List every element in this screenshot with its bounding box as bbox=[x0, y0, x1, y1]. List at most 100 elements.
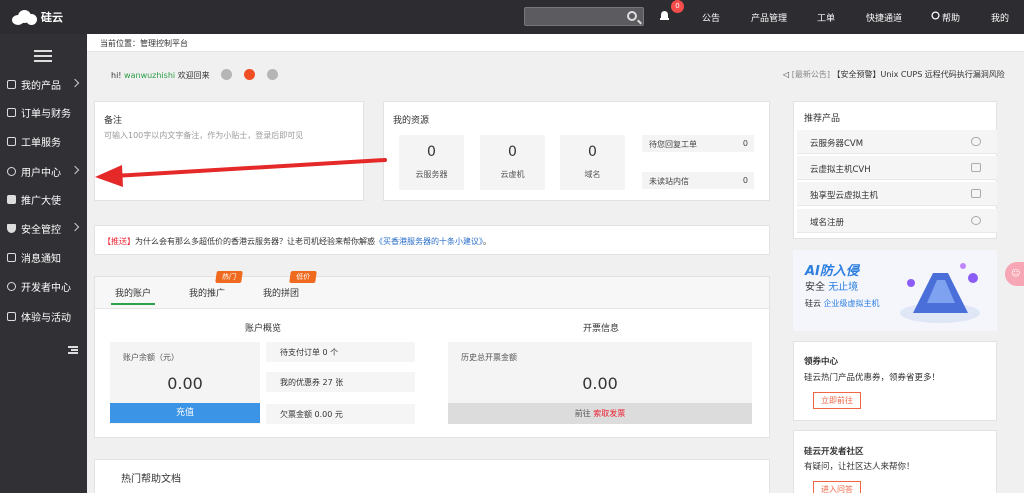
help-icon[interactable] bbox=[931, 11, 940, 23]
nav-products[interactable]: 产品管理 bbox=[751, 11, 787, 24]
bell-icon[interactable] bbox=[660, 11, 669, 21]
resource-label: 云服务器 bbox=[415, 170, 448, 179]
banner-slogan: 安全 无止境 bbox=[805, 278, 858, 293]
promo-tag: 【推送】 bbox=[103, 237, 135, 246]
nav-shortcuts[interactable]: 快捷通道 bbox=[866, 11, 902, 24]
request-invoice-link[interactable]: 索取发票 bbox=[593, 409, 625, 418]
unread-messages-row[interactable]: 未读站内信 0 bbox=[642, 172, 754, 189]
sidebar-item-products[interactable]: 我的产品 bbox=[0, 70, 87, 99]
sidebar-item-developer[interactable]: 开发者中心 bbox=[0, 272, 87, 301]
breadcrumb: 当前位置：管理控制平台 bbox=[87, 34, 1024, 52]
coupons-stat[interactable]: 我的优惠券 27 张 bbox=[266, 372, 415, 392]
shield-icon bbox=[7, 224, 16, 233]
status-dot-gray[interactable] bbox=[221, 69, 232, 80]
enter-qa-button[interactable]: 进入问答 bbox=[813, 481, 861, 493]
sidebar-item-activities[interactable]: 体验与活动 bbox=[0, 302, 87, 331]
resource-cloud-servers[interactable]: 0 云服务器 bbox=[399, 135, 464, 190]
community-text: 有疑问，让社区达人来帮你！ bbox=[804, 462, 915, 472]
recommend-item-label: 云服务器CVM bbox=[810, 139, 864, 149]
resources-card: 我的资源 0 云服务器 0 云虚机 0 域名 待您回复工单 0 未读站内信 0 bbox=[383, 101, 770, 201]
help-docs-card: 热门帮助文档 bbox=[94, 459, 770, 493]
status-dot-active[interactable] bbox=[244, 69, 255, 80]
sidebar: 我的产品 订单与财务 工单服务 用户中心 推广大使 安全管控 消息通知 开发者中… bbox=[0, 34, 87, 493]
search-icon[interactable] bbox=[627, 11, 637, 21]
promo-bar: 【推送】为什么会有那么多超低价的香港云服务器？让老司机经验来帮你解惑《买香港服务… bbox=[94, 225, 770, 255]
sidebar-item-label: 用户中心 bbox=[21, 168, 61, 179]
globe-icon bbox=[971, 216, 981, 225]
menu-icon[interactable] bbox=[34, 50, 52, 62]
invoice-go: 前往 bbox=[574, 409, 591, 418]
order-icon bbox=[7, 108, 16, 117]
banner-brand: 硅云 bbox=[805, 299, 821, 308]
top-bar: 硅云 0 公告 产品管理 工单 快捷通道 帮助 我的 bbox=[0, 0, 1024, 34]
username[interactable]: wanwuzhishi bbox=[124, 71, 175, 80]
message-icon bbox=[7, 253, 16, 262]
nav-help[interactable]: 帮助 bbox=[942, 11, 960, 24]
grid-icon bbox=[7, 80, 16, 89]
promo-link[interactable]: 《买香港服务器的十条小建议》 bbox=[375, 237, 483, 246]
resource-virtual-hosts[interactable]: 0 云虚机 bbox=[480, 135, 545, 190]
go-coupon-button[interactable]: 立即前往 bbox=[813, 392, 861, 409]
tab-my-group-buy[interactable]: 我的拼团 bbox=[263, 286, 299, 299]
banner-headline: AI防入侵 bbox=[805, 264, 859, 279]
community-card: 硅云开发者社区 有疑问，让社区达人来帮你！ 进入问答 bbox=[793, 430, 997, 493]
sidebar-item-messages[interactable]: 消息通知 bbox=[0, 243, 87, 272]
invoice-amount: 0.00 bbox=[582, 374, 618, 393]
recommend-item-label: 云虚拟主机CVH bbox=[810, 165, 871, 175]
developer-icon bbox=[7, 282, 16, 291]
sidebar-item-label: 体验与活动 bbox=[21, 313, 71, 324]
row-value: 0 bbox=[742, 139, 748, 148]
resource-count: 0 bbox=[427, 144, 436, 160]
tab-my-account[interactable]: 我的账户 bbox=[115, 286, 151, 299]
balance-amount: 0.00 bbox=[167, 374, 203, 393]
sidebar-item-user-center[interactable]: 用户中心 bbox=[0, 157, 87, 186]
chevron-right-icon bbox=[70, 78, 80, 88]
brand-logo[interactable]: 硅云 bbox=[12, 8, 82, 26]
owed-invoice-stat[interactable]: 欠票金额 0.00 元 bbox=[266, 404, 415, 424]
resource-domains[interactable]: 0 域名 bbox=[560, 135, 625, 190]
recharge-button[interactable]: 充值 bbox=[110, 403, 260, 423]
notes-title: 备注 bbox=[104, 116, 123, 126]
user-icon bbox=[7, 167, 16, 176]
chevron-right-icon bbox=[70, 222, 80, 232]
overview-title: 账户概览 bbox=[245, 324, 282, 334]
promoter-icon bbox=[7, 195, 16, 204]
greeting-hi: hi! bbox=[111, 71, 122, 80]
resource-count: 0 bbox=[508, 144, 517, 160]
recommend-item-dedicated[interactable]: 独享型云虚拟主机 bbox=[797, 182, 997, 206]
tab-my-promotion[interactable]: 我的推广 bbox=[189, 286, 225, 299]
coupon-title: 领券中心 bbox=[804, 357, 839, 367]
nav-mine[interactable]: 我的 bbox=[991, 11, 1009, 24]
cloud-icon bbox=[971, 137, 981, 146]
nav-announcements[interactable]: 公告 bbox=[702, 11, 720, 24]
recommend-item-domain[interactable]: 域名注册 bbox=[797, 209, 997, 233]
pending-tickets-row[interactable]: 待您回复工单 0 bbox=[642, 135, 754, 152]
status-dot-gray[interactable] bbox=[267, 69, 278, 80]
coupon-text: 硅云热门产品优惠券，领券省更多！ bbox=[804, 373, 941, 383]
nav-tickets[interactable]: 工单 bbox=[817, 11, 835, 24]
pending-orders-stat[interactable]: 待支付订单 0 个 bbox=[266, 342, 415, 362]
announcement-bar[interactable]: ◁ [最新公告] 【安全预警】Unix CUPS 远程代码执行漏洞风险 bbox=[783, 69, 1015, 80]
server-icon bbox=[971, 163, 981, 172]
recommend-item-cvm[interactable]: 云服务器CVM bbox=[797, 130, 997, 154]
sidebar-item-label: 开发者中心 bbox=[21, 283, 71, 294]
sidebar-item-label: 消息通知 bbox=[21, 254, 61, 265]
banner-product: 企业级虚拟主机 bbox=[823, 299, 880, 308]
search-input[interactable] bbox=[524, 7, 644, 26]
sidebar-item-tickets[interactable]: 工单服务 bbox=[0, 127, 87, 156]
assistant-float-button[interactable]: ☺ bbox=[1005, 262, 1024, 286]
notes-input[interactable]: 可输入100字以内文字备注，作为小贴士，登录后即可见 bbox=[104, 130, 303, 141]
sidebar-item-security[interactable]: 安全管控 bbox=[0, 214, 87, 243]
sidebar-item-promoter[interactable]: 推广大使 bbox=[0, 185, 87, 214]
sidebar-item-orders[interactable]: 订单与财务 bbox=[0, 98, 87, 127]
help-docs-title: 热门帮助文档 bbox=[121, 474, 181, 485]
ai-security-banner[interactable]: AI防入侵 安全 无止境 硅云 企业级虚拟主机 bbox=[793, 250, 997, 331]
promo-end: 。 bbox=[483, 237, 491, 246]
brand-name: 硅云 bbox=[41, 11, 63, 24]
recommend-item-cvh[interactable]: 云虚拟主机CVH bbox=[797, 156, 997, 180]
promo-body: 为什么会有那么多超低价的香港云服务器？让老司机经验来帮你解惑 bbox=[135, 237, 375, 246]
collapse-sidebar-icon[interactable] bbox=[68, 346, 78, 354]
breadcrumb-text: 当前位置：管理控制平台 bbox=[100, 39, 188, 48]
cloud-icon bbox=[12, 9, 38, 25]
announcement-text[interactable]: 【安全预警】Unix CUPS 远程代码执行漏洞风险 bbox=[833, 70, 1005, 79]
